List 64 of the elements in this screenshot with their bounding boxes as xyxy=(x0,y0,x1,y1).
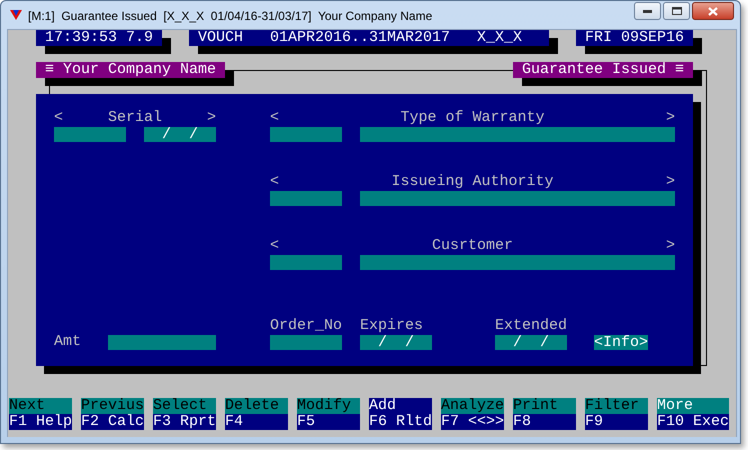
field-label: Serial xyxy=(108,110,162,126)
function-key[interactable]: F2 Calc xyxy=(81,414,144,430)
next-arrow[interactable]: > xyxy=(666,110,675,126)
info-button[interactable]: <Info> xyxy=(594,335,648,350)
next-arrow[interactable]: > xyxy=(666,238,675,254)
function-key[interactable]: F3 Rprt xyxy=(153,414,216,430)
function-key[interactable]: F5 xyxy=(297,414,360,430)
function-key[interactable]: F6 Rltd xyxy=(369,414,432,430)
date-field[interactable]: / / xyxy=(144,127,216,142)
clock-bar: 17:39:53 7.9 xyxy=(36,30,162,46)
triangle-icon xyxy=(10,9,22,21)
name-field[interactable] xyxy=(360,255,675,270)
action-key[interactable]: Next xyxy=(9,398,72,414)
prev-arrow[interactable]: < xyxy=(270,110,280,126)
voucher-text: X_X_X xyxy=(477,30,522,46)
function-key[interactable]: F4 xyxy=(225,414,288,430)
prev-arrow[interactable]: < xyxy=(54,110,64,126)
name-field[interactable] xyxy=(360,127,675,142)
window-title: [M:1] Guarantee Issued [X_X_X 01/04/16-31/03/17] Your Company Name xyxy=(28,8,432,22)
action-key[interactable]: Select xyxy=(153,398,216,414)
code-field[interactable] xyxy=(270,127,342,142)
field-label: Order_No xyxy=(270,318,342,334)
field-label: Type of Warranty xyxy=(400,110,545,126)
action-key[interactable]: Add xyxy=(369,398,432,414)
maximize-button[interactable] xyxy=(663,2,690,20)
maximize-icon xyxy=(672,7,682,15)
order-field[interactable] xyxy=(270,335,342,350)
action-key[interactable]: Filter xyxy=(585,398,648,414)
prev-arrow[interactable]: < xyxy=(270,238,280,254)
voucher-text: VOUCH xyxy=(198,30,244,46)
action-key[interactable]: Delete xyxy=(225,398,288,414)
code-field[interactable] xyxy=(270,255,342,270)
action-key[interactable]: More xyxy=(657,398,729,414)
next-arrow[interactable]: > xyxy=(666,174,675,190)
close-icon xyxy=(708,6,718,16)
function-key[interactable]: F1 Help xyxy=(9,414,72,430)
close-button[interactable] xyxy=(692,2,734,20)
code-field[interactable] xyxy=(270,191,342,206)
next-arrow[interactable]: > xyxy=(206,110,216,126)
amount-field[interactable] xyxy=(108,335,216,350)
minimize-button[interactable] xyxy=(634,2,661,20)
action-key[interactable]: Modify xyxy=(297,398,360,414)
action-key[interactable]: Analyze xyxy=(441,398,504,414)
action-key[interactable]: Print xyxy=(513,398,576,414)
screen-title: Guarantee Issued ≡ xyxy=(513,62,693,78)
prev-arrow[interactable]: < xyxy=(270,174,280,190)
function-key[interactable]: F9 xyxy=(585,414,648,430)
company-title: ≡ Your Company Name xyxy=(36,62,225,78)
field-label: Extended xyxy=(495,318,567,334)
field-label: Cusrtomer xyxy=(432,238,513,254)
action-key[interactable]: Previus xyxy=(81,398,144,414)
function-key[interactable]: F10 Exec xyxy=(657,414,729,430)
function-key[interactable]: F7 <<>> xyxy=(441,414,504,430)
field-label: Amt xyxy=(54,334,81,350)
name-field[interactable] xyxy=(360,191,675,206)
field-label: Expires xyxy=(360,318,423,334)
date-field[interactable]: / / xyxy=(495,335,567,350)
voucher-text: 01APR2016..31MAR2017 xyxy=(270,30,450,46)
function-key[interactable]: F8 xyxy=(513,414,576,430)
minimize-icon xyxy=(643,10,652,12)
field-label: Issueing Authority xyxy=(391,174,554,190)
serial-field[interactable] xyxy=(54,127,126,142)
date-field[interactable]: / / xyxy=(360,335,432,350)
date-bar: FRI 09SEP16 xyxy=(576,30,693,46)
